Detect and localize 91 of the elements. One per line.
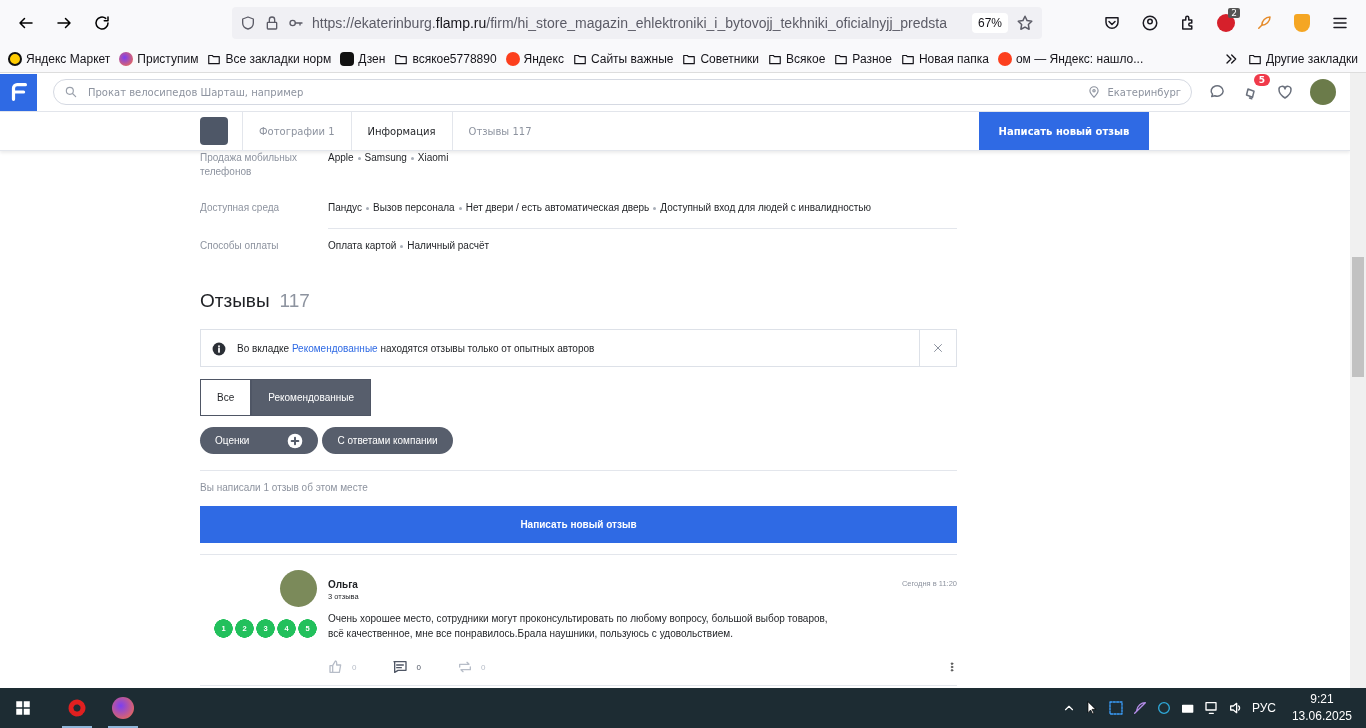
author-name[interactable]: Ольга bbox=[328, 579, 359, 590]
star-icon[interactable] bbox=[1016, 14, 1034, 32]
folder-icon bbox=[682, 52, 697, 66]
close-icon bbox=[932, 342, 944, 354]
folder-icon bbox=[394, 52, 409, 66]
windows-start-icon[interactable] bbox=[14, 699, 32, 717]
separator-dot bbox=[366, 206, 369, 210]
recommended-link[interactable]: Рекомендованные bbox=[291, 342, 378, 354]
filter-tab[interactable]: Рекомендованные bbox=[251, 379, 371, 416]
search-icon bbox=[64, 85, 78, 99]
language-indicator[interactable]: РУС bbox=[1251, 701, 1276, 715]
separator-dot bbox=[357, 156, 361, 160]
filter-tab[interactable]: Все bbox=[200, 379, 252, 416]
review-note: Вы написали 1 отзыв об этом месте bbox=[200, 482, 369, 493]
notification-badge: 5 bbox=[1253, 74, 1270, 86]
avatar-placeholder[interactable] bbox=[280, 570, 317, 607]
bookmark-item[interactable]: всякое5778890 bbox=[394, 52, 497, 66]
location-pin-icon bbox=[1087, 85, 1102, 99]
bookmark-item[interactable]: Яндекс Маркет bbox=[8, 52, 111, 66]
folder-icon bbox=[1248, 52, 1263, 66]
folder-icon bbox=[900, 52, 915, 66]
bookmark-item[interactable]: Дзен bbox=[340, 52, 386, 66]
comment-icon bbox=[392, 659, 409, 675]
bookmark-item[interactable]: Новая папка bbox=[900, 52, 989, 66]
notice-text: Во вкладке Рекомендованные находятся отзывы только от опытных авторов bbox=[237, 342, 595, 354]
market-logo-icon bbox=[8, 52, 22, 66]
firefox-icon[interactable] bbox=[112, 697, 134, 719]
info-value: Вызов персонала bbox=[373, 201, 455, 215]
info-value: Нет двери / есть автоматическая дверь bbox=[465, 201, 650, 215]
folder-icon bbox=[572, 52, 587, 66]
info-icon bbox=[212, 341, 226, 356]
shield-icon bbox=[240, 15, 256, 31]
info-value: Xiaomi bbox=[417, 151, 449, 165]
folder-icon bbox=[834, 52, 849, 66]
extension-badge: 2 bbox=[1228, 8, 1240, 18]
info-value: Пандус bbox=[328, 201, 362, 215]
lock-icon bbox=[264, 15, 280, 31]
separator-dot bbox=[410, 156, 414, 160]
write-review-button[interactable]: Написать новый отзыв bbox=[979, 112, 1149, 150]
info-value: Samsung bbox=[364, 151, 407, 165]
bookmark-item[interactable]: Приступим bbox=[119, 52, 199, 66]
bookmark-item[interactable]: Другие закладки bbox=[1248, 52, 1358, 66]
info-value: Apple bbox=[328, 151, 354, 165]
network-icon[interactable] bbox=[1203, 700, 1220, 716]
account-icon[interactable] bbox=[1141, 14, 1159, 32]
bookmark-item[interactable]: ом — Яндекс: нашло... bbox=[997, 52, 1144, 66]
adblock-icon[interactable] bbox=[1217, 14, 1235, 32]
clock[interactable]: 9:21 13.06.2025 bbox=[1291, 691, 1352, 725]
dzen-icon bbox=[340, 52, 355, 66]
bookmark-item[interactable]: Разное bbox=[834, 52, 892, 66]
folder-icon bbox=[768, 52, 783, 66]
section-title: Отзывы bbox=[200, 290, 270, 312]
write-review-button[interactable]: Написать новый отзыв bbox=[200, 506, 957, 543]
bookmark-item[interactable]: Сайты важные bbox=[572, 52, 674, 66]
info-label: Доступная среда bbox=[200, 201, 281, 215]
filter-chip[interactable]: С ответами компании bbox=[322, 427, 453, 454]
nav-tab[interactable]: Информация bbox=[350, 112, 452, 150]
url-text: https://ekaterinburg.flamp.ru/firm/hi_store_magazin_ehlektroniki_i_bytovojj_tekhniki_oficialnyjj_predsta bbox=[312, 15, 948, 31]
heart-icon[interactable] bbox=[1276, 83, 1294, 101]
thumbs-up-icon bbox=[328, 659, 344, 675]
user-avatar[interactable] bbox=[1310, 79, 1336, 105]
repost-icon bbox=[456, 659, 473, 675]
plus-circle-icon bbox=[287, 432, 304, 449]
separator-dot bbox=[653, 206, 657, 210]
separator-dot bbox=[458, 206, 462, 210]
yandex-icon bbox=[997, 52, 1012, 66]
review-count: 117 bbox=[279, 290, 310, 312]
filter-chip[interactable]: Оценки bbox=[200, 427, 319, 454]
site-logo[interactable] bbox=[0, 73, 37, 111]
yandex-icon bbox=[505, 52, 520, 66]
zoom-level[interactable]: 67% bbox=[971, 13, 1008, 33]
info-value: Наличный расчёт bbox=[407, 239, 490, 253]
review-text: Очень хорошее место, сотрудники могут проконсультировать по любому вопросу, большой выбор товаров, всё качественное, мне все понравилось.Брала наушники, пользуюсь с удовольствием. bbox=[328, 612, 829, 641]
reload-icon bbox=[93, 14, 111, 32]
folder-icon bbox=[207, 52, 222, 66]
bookmark-item[interactable]: Все закладки норм bbox=[207, 52, 332, 66]
bookmark-item[interactable]: Советники bbox=[682, 52, 760, 66]
bookmark-item[interactable]: Всякое bbox=[768, 52, 826, 66]
info-label: Способы оплаты bbox=[200, 239, 280, 253]
firefox-icon bbox=[119, 52, 134, 66]
comment-button[interactable]: 0 bbox=[392, 659, 421, 675]
info-value: Доступный вход для людей с инвалидностью bbox=[660, 201, 872, 215]
bookmark-item[interactable]: Яндекс bbox=[505, 52, 564, 66]
separator-dot bbox=[400, 244, 404, 248]
pocket-icon[interactable] bbox=[1103, 14, 1121, 32]
address-bar[interactable]: https://ekaterinburg.flamp.ru/firm/hi_store_magazin_ehlektroniki_i_bytovojj_tekhniki_oficialnyjj_predsta 67% bbox=[232, 7, 1042, 39]
feather-icon[interactable] bbox=[1131, 700, 1148, 716]
selection-icon[interactable] bbox=[1107, 700, 1124, 716]
info-value: Оплата картой bbox=[328, 239, 397, 253]
scrollbar[interactable] bbox=[1350, 73, 1366, 688]
info-label: Продажа мобильных телефонов bbox=[200, 151, 299, 179]
